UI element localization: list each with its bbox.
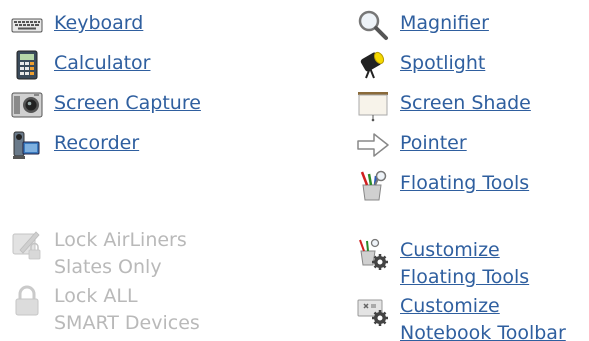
- lock-airliners-label: Lock AirLiners Slates Only: [54, 227, 187, 281]
- customize-notebook-toolbar-line2: Notebook Toolbar: [400, 322, 566, 341]
- pen-cup-gear-icon: [356, 238, 390, 272]
- tools-panel: Keyboard Calculator Screen Capture Recor…: [0, 0, 589, 341]
- arrow-pointer-icon: [356, 128, 390, 162]
- lock-airliners-line1: Lock AirLiners: [54, 229, 187, 251]
- calculator-icon: [10, 48, 44, 82]
- lock-all-devices-line1: Lock ALL: [54, 285, 138, 307]
- magnifier-link[interactable]: Magnifier: [400, 13, 489, 33]
- camera-icon: [10, 88, 44, 122]
- keyboard-link[interactable]: Keyboard: [54, 13, 143, 33]
- lock-airliners-line2: Slates Only: [54, 256, 162, 278]
- spotlight-icon: [356, 48, 390, 82]
- pointer-link[interactable]: Pointer: [400, 133, 467, 153]
- padlock-icon: [10, 284, 44, 318]
- screen-shade-icon: [356, 88, 390, 122]
- customize-notebook-toolbar-link[interactable]: Customize Notebook Toolbar: [400, 293, 566, 341]
- customize-floating-tools-line1: Customize: [400, 239, 500, 261]
- slate-lock-icon: [10, 228, 44, 262]
- customize-notebook-toolbar-line1: Customize: [400, 295, 500, 317]
- screen-shade-link[interactable]: Screen Shade: [400, 93, 531, 113]
- customize-floating-tools-line2: Floating Tools: [400, 266, 530, 288]
- calculator-link[interactable]: Calculator: [54, 53, 150, 73]
- keyboard-icon: [10, 8, 44, 42]
- screen-capture-link[interactable]: Screen Capture: [54, 93, 201, 113]
- spotlight-link[interactable]: Spotlight: [400, 53, 485, 73]
- recorder-link[interactable]: Recorder: [54, 133, 139, 153]
- floating-tools-link[interactable]: Floating Tools: [400, 173, 529, 193]
- lock-all-devices-label: Lock ALL SMART Devices: [54, 283, 200, 337]
- toolbar-gear-icon: [356, 294, 390, 328]
- customize-floating-tools-link[interactable]: Customize Floating Tools: [400, 237, 529, 291]
- magnifier-icon: [356, 8, 390, 42]
- video-camera-icon: [10, 128, 44, 162]
- pen-cup-icon: [356, 168, 390, 202]
- lock-all-devices-line2: SMART Devices: [54, 312, 200, 334]
